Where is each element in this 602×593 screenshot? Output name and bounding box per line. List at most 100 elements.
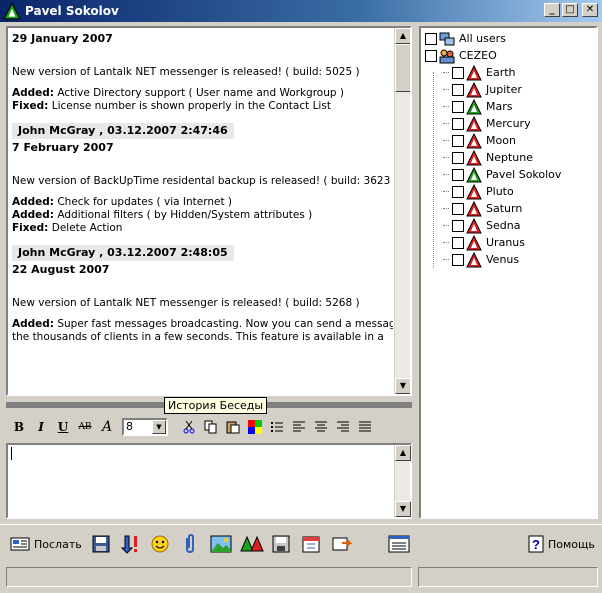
checkbox[interactable] (452, 236, 464, 249)
checkbox[interactable] (452, 219, 464, 232)
cut-icon[interactable] (178, 417, 200, 437)
tree-item-all-users[interactable]: All users (425, 30, 506, 47)
checkbox[interactable] (452, 202, 464, 215)
font-size-select[interactable]: 8 ▼ (122, 418, 168, 436)
tree-item-user[interactable]: Jupiter (443, 81, 522, 98)
smiley-icon (151, 535, 169, 553)
tree-connector (443, 72, 449, 73)
tree-connector (443, 140, 449, 141)
bold-button[interactable]: B (8, 417, 30, 437)
justify-icon[interactable] (354, 417, 376, 437)
image-button[interactable] (210, 533, 232, 555)
italic-button[interactable]: I (30, 417, 52, 437)
message-scrollbar[interactable]: ▲ ▼ (394, 28, 410, 394)
tree-connector (443, 225, 449, 226)
scroll-up-button[interactable]: ▲ (395, 28, 410, 44)
tree-connector (443, 208, 449, 209)
tree-line (433, 72, 434, 268)
checkbox[interactable] (425, 49, 437, 62)
checkbox[interactable] (452, 253, 464, 266)
status-bar-left (6, 567, 412, 587)
checkbox[interactable] (425, 32, 437, 45)
message-input[interactable]: ▲ ▼ (6, 443, 412, 519)
users-icon (439, 32, 455, 45)
user-name: Mars (486, 100, 513, 113)
tree-connector (443, 157, 449, 158)
change-item: Added: Super fast messages broadcasting.… (12, 318, 393, 330)
status-offline-icon (466, 217, 482, 233)
tree-item-user[interactable]: Moon (443, 132, 516, 149)
scroll-down-button[interactable]: ▼ (395, 378, 410, 394)
tree-item-user[interactable]: Pluto (443, 183, 514, 200)
align-right-icon[interactable] (332, 417, 354, 437)
status-online-icon (466, 98, 482, 114)
send-button[interactable]: Послать (10, 533, 82, 555)
chevron-down-icon[interactable]: ▼ (152, 420, 166, 434)
attach-button[interactable] (182, 533, 198, 555)
bullet-list-icon[interactable] (266, 417, 288, 437)
copy-icon[interactable] (200, 417, 222, 437)
message-date: 22 August 2007 (12, 263, 110, 276)
input-scrollbar[interactable]: ▲ ▼ (394, 445, 411, 517)
user-name: Sedna (486, 219, 521, 232)
user-tree[interactable]: All users CEZEO Earth Jupiter Mars Mercury M… (419, 26, 598, 519)
checkbox[interactable] (452, 168, 464, 181)
scroll-up-button[interactable]: ▲ (395, 445, 411, 461)
checkbox[interactable] (452, 185, 464, 198)
close-button[interactable]: ✕ (582, 3, 598, 17)
user-name: Saturn (486, 202, 523, 215)
tree-item-user[interactable]: Venus (443, 251, 519, 268)
view-button[interactable] (388, 533, 410, 555)
app-logo-icon (3, 2, 21, 20)
message-date: 29 January 2007 (12, 32, 113, 45)
align-center-icon[interactable] (310, 417, 332, 437)
tree-item-user[interactable]: Saturn (443, 200, 522, 217)
tree-connector (443, 242, 449, 243)
tree-item-user[interactable]: Earth (443, 64, 516, 81)
checkbox[interactable] (452, 117, 464, 130)
checkbox[interactable] (452, 151, 464, 164)
format-toolbar: B I U AB A 8 ▼ (8, 417, 412, 437)
paste-icon[interactable] (222, 417, 244, 437)
checkbox[interactable] (452, 134, 464, 147)
status-bar-right (418, 567, 598, 587)
save-button[interactable] (92, 533, 110, 555)
group-icon (439, 49, 455, 63)
help-button[interactable]: ? Помощь (528, 533, 595, 555)
tree-item-user[interactable]: Sedna (443, 217, 520, 234)
users-button[interactable] (240, 533, 264, 555)
align-left-icon[interactable] (288, 417, 310, 437)
tree-item-user[interactable]: Neptune (443, 149, 533, 166)
tree-item-user[interactable]: Mercury (443, 115, 531, 132)
tree-item-group[interactable]: CEZEO (425, 47, 497, 64)
message-header: John McGray , 03.12.2007 2:48:05 (12, 245, 234, 261)
multi-user-icon (240, 535, 264, 552)
message-history[interactable]: 29 January 2007 New version of Lantalk N… (6, 26, 412, 396)
tree-item-user[interactable]: Uranus (443, 234, 525, 251)
underline-button[interactable]: U (52, 417, 74, 437)
checkbox[interactable] (452, 100, 464, 113)
status-offline-icon (466, 200, 482, 216)
tree-item-user[interactable]: Pavel Sokolov (443, 166, 561, 183)
user-name: Moon (486, 134, 516, 147)
svg-text:?: ? (532, 537, 540, 552)
color-icon[interactable] (244, 417, 266, 437)
scroll-down-button[interactable]: ▼ (395, 501, 411, 517)
picture-icon (210, 535, 232, 553)
export-button[interactable] (332, 533, 352, 555)
scroll-thumb[interactable] (395, 44, 410, 92)
save-history-button[interactable] (272, 533, 290, 555)
font-button[interactable]: A (96, 417, 118, 437)
maximize-button[interactable]: □ (562, 3, 578, 17)
message-text: New version of BackUpTime residental bac… (12, 175, 393, 187)
status-offline-icon (466, 132, 482, 148)
change-item: Added: Active Directory support ( User n… (12, 87, 344, 99)
smiley-button[interactable] (150, 533, 170, 555)
checkbox[interactable] (452, 66, 464, 79)
important-button[interactable] (120, 533, 140, 555)
tree-item-user[interactable]: Mars (443, 98, 513, 115)
checkbox[interactable] (452, 83, 464, 96)
calendar-button[interactable] (302, 533, 320, 555)
strikethrough-button[interactable]: AB (74, 417, 96, 437)
minimize-button[interactable]: _ (544, 3, 560, 17)
